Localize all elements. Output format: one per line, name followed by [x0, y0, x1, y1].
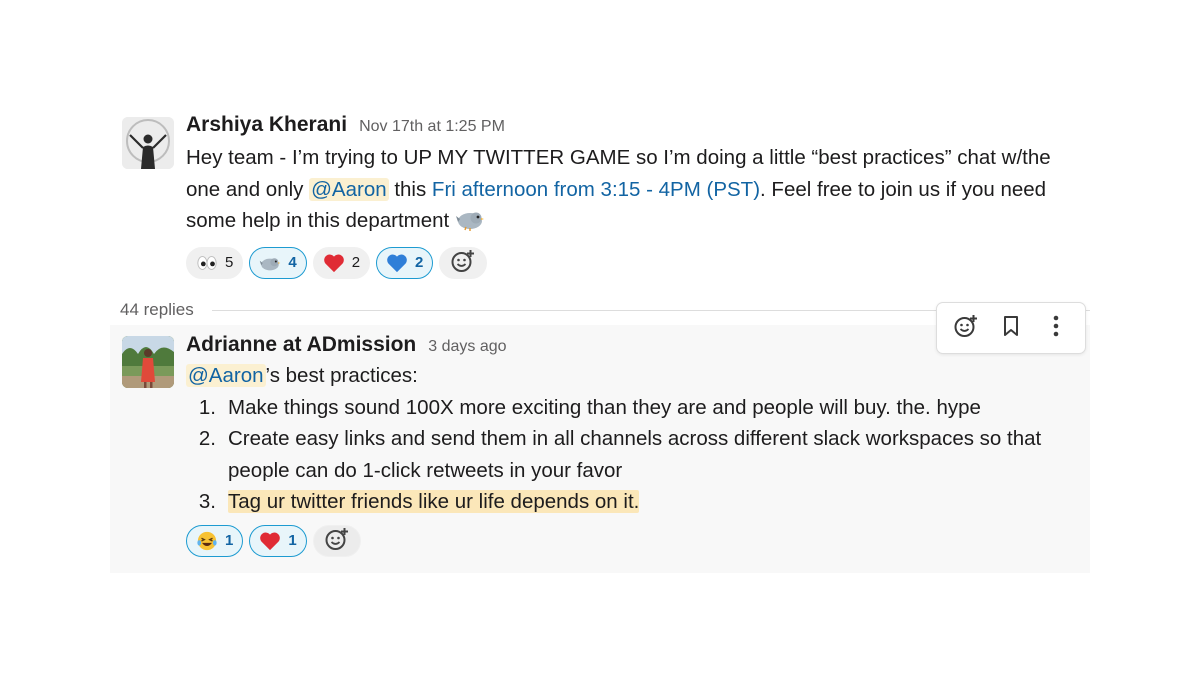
- message-timestamp[interactable]: 3 days ago: [428, 338, 506, 356]
- reactions-bar: 1 1: [186, 524, 1078, 557]
- message-timestamp[interactable]: Nov 17th at 1:25 PM: [359, 118, 505, 136]
- add-reaction-button[interactable]: [312, 524, 361, 557]
- message-text-part: this: [388, 177, 432, 201]
- list-item-text: Make things sound 100X more exciting tha…: [228, 395, 981, 419]
- reaction-count: 2: [415, 254, 424, 271]
- reply-intro-text: ’s best practices:: [265, 364, 418, 387]
- list-item: 1. Make things sound 100X more exciting …: [186, 392, 1078, 424]
- reaction-laughing[interactable]: 1: [186, 524, 244, 557]
- replies-count[interactable]: 44 replies: [120, 300, 194, 320]
- avatar-arshiya[interactable]: [122, 117, 174, 169]
- reply-intro: @Aaron’s best practices:: [186, 360, 1078, 392]
- laughing-tears-emoji: [196, 530, 218, 552]
- more-actions-icon: [1052, 314, 1060, 343]
- list-item-number: 2.: [198, 427, 216, 450]
- add-reaction-button[interactable]: [439, 246, 488, 279]
- message-text: @Aaron’s best practices: 1. Make things …: [186, 360, 1078, 518]
- avatar-adrianne[interactable]: [122, 336, 174, 388]
- blue-heart-emoji: [386, 252, 408, 274]
- reaction-count: 1: [225, 532, 234, 549]
- add-reaction-icon: [953, 313, 979, 344]
- bird-emoji: [455, 207, 485, 241]
- message-header: Arshiya Kherani Nov 17th at 1:25 PM: [186, 113, 1078, 139]
- reaction-count: 4: [288, 254, 297, 271]
- sender-name[interactable]: Adrianne at ADmission: [186, 333, 416, 357]
- message-hover-toolbar: [936, 302, 1086, 354]
- bookmark-icon: [1001, 314, 1021, 343]
- reaction-blue-heart[interactable]: 2: [376, 246, 434, 279]
- list-item-number: 3.: [198, 490, 216, 513]
- best-practices-list: 1. Make things sound 100X more exciting …: [186, 392, 1078, 518]
- reaction-count: 1: [288, 532, 297, 549]
- list-item-text: Tag ur twitter friends like ur life depe…: [228, 486, 1078, 518]
- bookmark-button[interactable]: [992, 309, 1030, 347]
- event-time-link[interactable]: Fri afternoon from 3:15 - 4PM (PST): [432, 178, 760, 201]
- message-body: Adrianne at ADmission 3 days ago @Aaron’…: [186, 333, 1078, 557]
- reaction-red-heart[interactable]: 2: [312, 246, 371, 279]
- message-body: Arshiya Kherani Nov 17th at 1:25 PM Hey …: [186, 113, 1078, 279]
- sender-name[interactable]: Arshiya Kherani: [186, 113, 347, 137]
- user-mention[interactable]: @Aaron: [186, 364, 266, 387]
- add-reaction-icon: [324, 526, 350, 556]
- user-mention[interactable]: @Aaron: [309, 177, 389, 201]
- avatar-image: [122, 336, 174, 388]
- avatar-image: [122, 117, 174, 169]
- reaction-count: 5: [225, 254, 234, 271]
- red-heart-emoji: [323, 252, 345, 274]
- reaction-bird[interactable]: 4: [249, 246, 307, 279]
- add-reaction-icon: [450, 248, 476, 278]
- reply-message: Adrianne at ADmission 3 days ago @Aaron’…: [110, 325, 1090, 573]
- bird-emoji: [259, 252, 281, 274]
- list-item-text: Create easy links and send them in all c…: [228, 427, 1042, 482]
- eyes-emoji: [196, 252, 218, 274]
- list-item: 2. Create easy links and send them in al…: [186, 423, 1078, 486]
- list-item-number: 1.: [198, 395, 216, 419]
- parent-message: Arshiya Kherani Nov 17th at 1:25 PM Hey …: [110, 108, 1090, 290]
- highlighted-text: Tag ur twitter friends like ur life depe…: [228, 490, 640, 513]
- more-actions-button[interactable]: [1037, 309, 1075, 347]
- add-reaction-toolbar-button[interactable]: [947, 309, 985, 347]
- red-heart-emoji: [259, 530, 281, 552]
- reaction-count: 2: [351, 254, 361, 271]
- list-item: 3. Tag ur twitter friends like ur life d…: [186, 486, 1078, 518]
- reaction-eyes[interactable]: 5: [186, 246, 244, 279]
- reaction-red-heart[interactable]: 1: [249, 524, 307, 557]
- message-text: Hey team - I’m trying to UP MY TWITTER G…: [186, 142, 1078, 241]
- reactions-bar: 5 4 2 2: [186, 246, 1078, 279]
